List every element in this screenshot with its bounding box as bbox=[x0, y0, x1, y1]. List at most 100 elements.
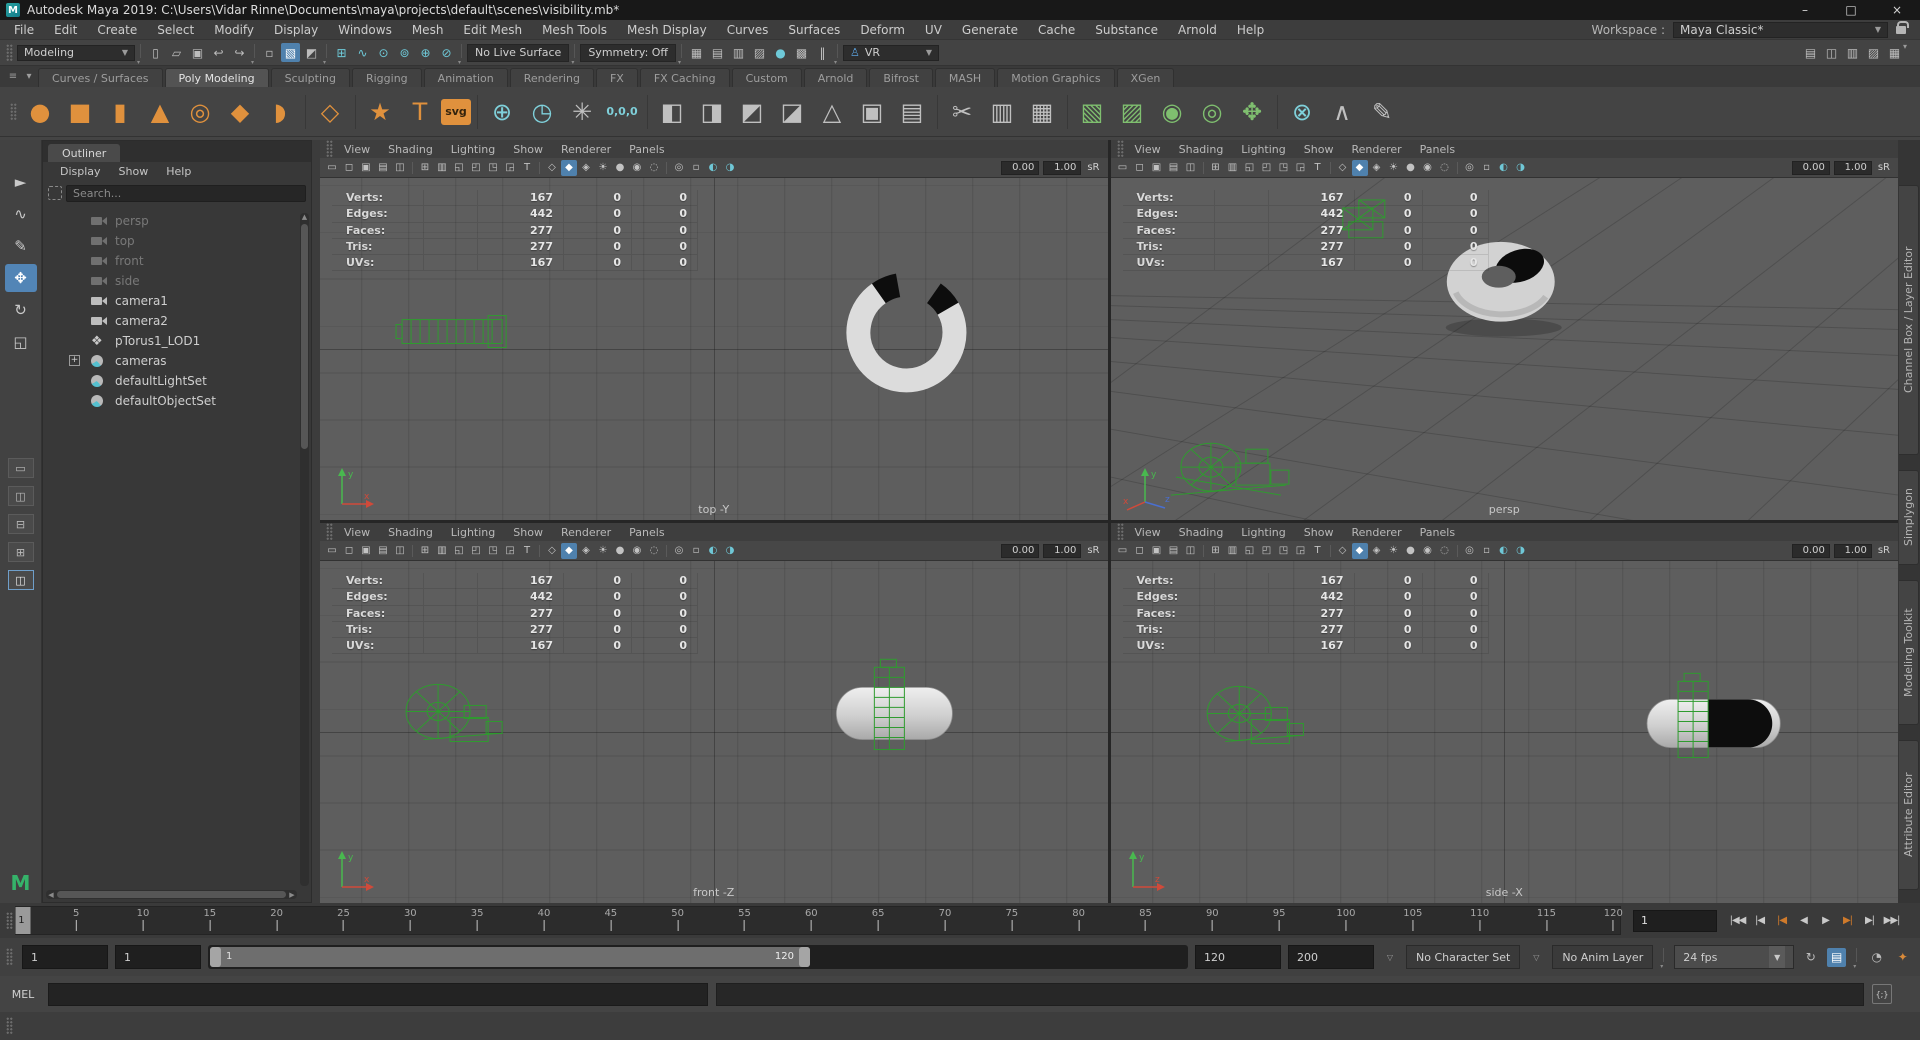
screen-space-ao-icon[interactable]: ◉ bbox=[629, 160, 645, 176]
lock-camera-icon[interactable]: ◻ bbox=[1132, 160, 1148, 176]
menubar-item[interactable]: Surfaces bbox=[778, 20, 850, 39]
shaded-display-icon[interactable]: ◆ bbox=[1352, 543, 1368, 559]
play-backwards-button[interactable]: ◀ bbox=[1793, 911, 1814, 931]
live-surface-field[interactable]: No Live Surface bbox=[467, 44, 569, 62]
shelf-separator[interactable] bbox=[1273, 93, 1281, 131]
go-to-end-button[interactable]: ▶▶| bbox=[1881, 911, 1902, 931]
gate-mask-icon[interactable]: ◰ bbox=[468, 160, 484, 176]
field-chart-icon[interactable]: ◳ bbox=[1276, 160, 1292, 176]
set-current-time-icon[interactable]: ◷ bbox=[523, 93, 561, 131]
film-gate-icon[interactable]: ▥ bbox=[434, 160, 450, 176]
knife-tool-icon[interactable]: ✎ bbox=[1363, 93, 1401, 131]
viewport-canvas-front[interactable]: Verts:16700 Edges:44200 Faces:27700 Tris… bbox=[320, 561, 1108, 903]
image-plane-icon[interactable]: ◫ bbox=[392, 543, 408, 559]
lasso-select-tool-icon[interactable]: ∿ bbox=[5, 200, 37, 228]
animation-start-field[interactable]: 1 bbox=[22, 945, 108, 969]
shelf-separator[interactable] bbox=[1063, 93, 1071, 131]
viewport-menu-item[interactable]: View bbox=[335, 143, 379, 156]
smooth-icon[interactable]: △ bbox=[813, 93, 851, 131]
gamma-field[interactable]: 1.00 bbox=[1834, 161, 1872, 175]
color-space-badge[interactable]: sR bbox=[1083, 545, 1103, 556]
attribute-editor-toggle-icon[interactable]: ▥ bbox=[1843, 43, 1862, 62]
bookmarks-icon[interactable]: ▤ bbox=[1166, 543, 1182, 559]
shelf-tab[interactable]: Rendering bbox=[510, 68, 594, 87]
workspace-dropdown[interactable]: Maya Classic*▼ bbox=[1673, 22, 1888, 38]
outliner-item[interactable]: camera1 bbox=[43, 291, 311, 311]
bookmarks-icon[interactable]: ▤ bbox=[1166, 160, 1182, 176]
field-chart-icon[interactable]: ◳ bbox=[485, 543, 501, 559]
select-component-icon[interactable]: ◩ bbox=[302, 43, 321, 62]
exposure-icon[interactable]: ◐ bbox=[1496, 543, 1512, 559]
drag-handle[interactable] bbox=[326, 523, 333, 541]
outliner-item[interactable]: persp bbox=[43, 211, 311, 231]
step-back-key-button[interactable]: |◀ bbox=[1771, 911, 1792, 931]
select-camera-icon[interactable]: ▭ bbox=[324, 160, 340, 176]
target-weld-icon[interactable]: ⊗ bbox=[1283, 93, 1321, 131]
four-pane-layout-icon[interactable]: ⊞ bbox=[8, 542, 34, 562]
viewport-menu-item[interactable]: Lighting bbox=[1232, 143, 1294, 156]
safe-title-icon[interactable]: T bbox=[1310, 160, 1326, 176]
channel-box-toggle-icon[interactable]: ▦ bbox=[1885, 43, 1904, 62]
viewport-menu-item[interactable]: Panels bbox=[620, 526, 673, 539]
viewport-menu-item[interactable]: View bbox=[335, 526, 379, 539]
safe-action-icon[interactable]: ◲ bbox=[502, 543, 518, 559]
filter-icon[interactable] bbox=[48, 186, 62, 200]
resolution-gate-icon[interactable]: ◱ bbox=[451, 160, 467, 176]
motion-blur-icon[interactable]: ◌ bbox=[1437, 543, 1453, 559]
poly-cylinder-icon[interactable]: ▮ bbox=[101, 93, 139, 131]
use-all-lights-icon[interactable]: ☀ bbox=[595, 543, 611, 559]
screen-space-ao-icon[interactable]: ◉ bbox=[1420, 543, 1436, 559]
poly-cone-icon[interactable]: ▲ bbox=[141, 93, 179, 131]
safe-action-icon[interactable]: ◲ bbox=[502, 160, 518, 176]
isolate-select-icon[interactable]: ◎ bbox=[1462, 160, 1478, 176]
modeling-toolkit-toggle-icon[interactable]: ▤ bbox=[1801, 43, 1820, 62]
command-language-button[interactable]: MEL bbox=[6, 988, 40, 1001]
grid-toggle-icon[interactable]: ⊞ bbox=[1208, 160, 1224, 176]
gate-mask-icon[interactable]: ◰ bbox=[468, 543, 484, 559]
shelf-tab[interactable]: Curves / Surfaces bbox=[38, 68, 163, 87]
select-tool-icon[interactable]: ► bbox=[5, 168, 37, 196]
menubar-item[interactable]: Create bbox=[87, 20, 147, 39]
tab-modeling-toolkit[interactable]: Modeling Toolkit bbox=[1899, 580, 1919, 725]
new-scene-icon[interactable]: ▯ bbox=[146, 43, 165, 62]
menubar-item[interactable]: Edit bbox=[44, 20, 87, 39]
viewport-menu-item[interactable]: Show bbox=[504, 143, 552, 156]
gamma-field[interactable]: 1.00 bbox=[1043, 544, 1081, 558]
extrude-icon[interactable]: ▣ bbox=[853, 93, 891, 131]
camera-attributes-icon[interactable]: ▣ bbox=[358, 160, 374, 176]
gamma-field[interactable]: 1.00 bbox=[1043, 161, 1081, 175]
symmetry-field[interactable]: Symmetry: Off bbox=[580, 44, 676, 62]
film-gate-icon[interactable]: ▥ bbox=[1225, 543, 1241, 559]
field-chart-icon[interactable]: ◳ bbox=[485, 160, 501, 176]
outliner-menu-item[interactable]: Show bbox=[110, 165, 158, 178]
scrollbar-thumb[interactable] bbox=[57, 891, 286, 898]
outliner-tab[interactable]: Outliner bbox=[48, 144, 120, 162]
viewport-menu-item[interactable]: Show bbox=[504, 526, 552, 539]
group-separator[interactable] bbox=[458, 43, 465, 63]
vertical-scrollbar[interactable]: ▲ bbox=[300, 213, 309, 886]
make-live-icon[interactable]: ⊘ bbox=[437, 43, 456, 62]
menubar-item[interactable]: Display bbox=[264, 20, 328, 39]
scrollbar-thumb[interactable] bbox=[301, 224, 308, 449]
isolate-select-icon[interactable]: ◎ bbox=[671, 160, 687, 176]
isolate-select-icon[interactable]: ◎ bbox=[1462, 543, 1478, 559]
rotate-tool-icon[interactable]: ↻ bbox=[5, 296, 37, 324]
viewport-menu-item[interactable]: Shading bbox=[1170, 526, 1233, 539]
image-plane-icon[interactable]: ◫ bbox=[1183, 543, 1199, 559]
camera-attributes-icon[interactable]: ▣ bbox=[1149, 543, 1165, 559]
grid-toggle-icon[interactable]: ⊞ bbox=[417, 543, 433, 559]
redo-icon[interactable]: ↪ bbox=[230, 43, 249, 62]
gamma-icon[interactable]: ◑ bbox=[722, 160, 738, 176]
workspace-lock-icon[interactable] bbox=[1896, 26, 1906, 34]
exposure-field[interactable]: 0.00 bbox=[1001, 161, 1039, 175]
poly-sphere-icon[interactable]: ● bbox=[21, 93, 59, 131]
anim-layer-menu-icon[interactable]: ▽ bbox=[1527, 948, 1545, 966]
viewport-menu-item[interactable]: Panels bbox=[1411, 143, 1464, 156]
resolution-gate-icon[interactable]: ◱ bbox=[1242, 543, 1258, 559]
menubar-item[interactable]: Edit Mesh bbox=[453, 20, 532, 39]
gamma-icon[interactable]: ◑ bbox=[1513, 543, 1529, 559]
safe-action-icon[interactable]: ◲ bbox=[1293, 160, 1309, 176]
insert-edge-loop-icon[interactable]: ▥ bbox=[983, 93, 1021, 131]
bridge-icon[interactable]: ▤ bbox=[893, 93, 931, 131]
panel-splitter[interactable] bbox=[312, 140, 320, 903]
